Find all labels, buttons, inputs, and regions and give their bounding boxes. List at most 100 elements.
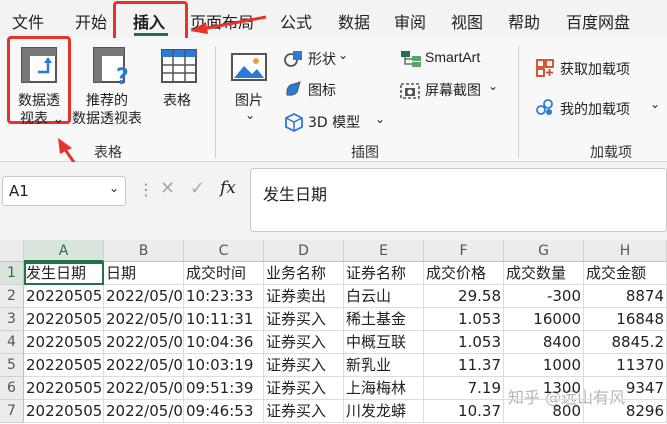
3d-model-icon[interactable] [284, 112, 304, 132]
column-header-c[interactable]: C [184, 240, 264, 262]
3d-model-dropdown-chevron-icon[interactable]: ⌄ [375, 112, 385, 126]
pivot-table-icon[interactable] [20, 46, 60, 86]
table-cell[interactable]: 8845.2 [584, 331, 667, 354]
tab-data[interactable]: 数据 [338, 9, 370, 33]
name-box-chevron-icon[interactable]: ⌄ [109, 181, 119, 195]
formula-input[interactable]: 发生日期 [250, 168, 667, 232]
table-cell[interactable]: 20220505 [24, 308, 104, 331]
picture-label[interactable]: 图片 [235, 90, 263, 110]
row-header[interactable]: 4 [0, 331, 24, 354]
pivot-table-label-2[interactable]: 视表 ⌄ [20, 108, 64, 128]
table-cell[interactable]: 09:46:53 [184, 400, 264, 423]
icons-icon[interactable] [284, 80, 304, 98]
tab-view[interactable]: 视图 [451, 9, 483, 33]
table-cell[interactable]: 新乳业 [344, 354, 424, 377]
table-cell[interactable]: 2022/05/0 [104, 354, 184, 377]
table-cell[interactable]: 证券买入 [264, 377, 344, 400]
tab-help[interactable]: 帮助 [508, 9, 540, 33]
row-header[interactable]: 7 [0, 400, 24, 423]
table-cell[interactable]: 20220505 [24, 285, 104, 308]
header-cell[interactable]: 业务名称 [264, 262, 344, 285]
table-cell[interactable]: 2022/05/0 [104, 400, 184, 423]
table-cell[interactable]: 09:51:39 [184, 377, 264, 400]
table-cell[interactable]: 2022/05/0 [104, 331, 184, 354]
name-box[interactable]: A1 ⌄ [2, 176, 126, 206]
table-cell[interactable]: 20220505 [24, 331, 104, 354]
header-cell[interactable]: 发生日期 [24, 262, 104, 285]
select-all-corner[interactable] [0, 240, 24, 262]
screenshot-dropdown-chevron-icon[interactable]: ⌄ [488, 79, 498, 93]
table-cell[interactable]: 11.37 [424, 354, 504, 377]
table-cell[interactable]: 8874 [584, 285, 667, 308]
column-header-d[interactable]: D [264, 240, 344, 262]
screenshot-label[interactable]: 屏幕截图 [425, 80, 481, 100]
get-addins-label[interactable]: 获取加载项 [560, 59, 630, 79]
table-cell[interactable]: 白云山 [344, 285, 424, 308]
picture-dropdown-chevron-icon[interactable]: ⌄ [245, 108, 255, 122]
table-cell[interactable]: 1000 [504, 354, 584, 377]
table-cell[interactable]: 10:03:19 [184, 354, 264, 377]
table-cell[interactable]: 10:04:36 [184, 331, 264, 354]
table-cell[interactable]: 11370 [584, 354, 667, 377]
table-cell[interactable]: 证券买入 [264, 331, 344, 354]
smartart-icon[interactable] [400, 50, 422, 68]
my-addins-icon[interactable] [535, 98, 555, 118]
smartart-label[interactable]: SmartArt [425, 49, 480, 65]
recommended-pivot-label[interactable]: 推荐的 [86, 90, 128, 110]
header-cell[interactable]: 日期 [104, 262, 184, 285]
tab-file[interactable]: 文件 [12, 9, 44, 33]
row-header[interactable]: 5 [0, 354, 24, 377]
pivot-table-label[interactable]: 数据透 [18, 90, 60, 110]
table-icon[interactable] [160, 46, 200, 86]
tab-formulas[interactable]: 公式 [280, 9, 312, 33]
table-cell[interactable]: 1.053 [424, 331, 504, 354]
shapes-label[interactable]: 形状 [308, 49, 336, 69]
table-cell[interactable]: 8296 [584, 400, 667, 423]
table-cell[interactable]: 20220505 [24, 400, 104, 423]
table-cell[interactable]: 稀土基金 [344, 308, 424, 331]
shapes-dropdown-chevron-icon[interactable]: ⌄ [338, 48, 348, 62]
get-addins-icon[interactable] [535, 58, 555, 78]
table-cell[interactable]: 川发龙蟒 [344, 400, 424, 423]
table-label[interactable]: 表格 [163, 90, 191, 110]
table-cell[interactable]: 证券买入 [264, 400, 344, 423]
enter-icon[interactable]: ✓ [190, 178, 205, 199]
table-cell[interactable]: 10:11:31 [184, 308, 264, 331]
column-header-a[interactable]: A [24, 240, 104, 262]
table-cell[interactable]: 10:23:33 [184, 285, 264, 308]
recommended-pivot-icon[interactable]: ? [92, 46, 132, 86]
icons-label[interactable]: 图标 [308, 80, 336, 100]
cancel-icon[interactable]: ✕ [160, 178, 175, 199]
3d-model-label[interactable]: 3D 模型 [308, 112, 360, 132]
table-cell[interactable]: 1.053 [424, 308, 504, 331]
table-cell[interactable]: 2022/05/0 [104, 308, 184, 331]
column-header-h[interactable]: H [584, 240, 667, 262]
row-header[interactable]: 1 [0, 262, 24, 285]
row-header[interactable]: 6 [0, 377, 24, 400]
table-cell[interactable]: 16848 [584, 308, 667, 331]
table-cell[interactable]: 证券买入 [264, 308, 344, 331]
table-cell[interactable]: 20220505 [24, 354, 104, 377]
recommended-pivot-label-2[interactable]: 数据透视表 [72, 108, 142, 128]
table-cell[interactable]: 29.58 [424, 285, 504, 308]
my-addins-dropdown-chevron-icon[interactable]: ⌄ [650, 97, 660, 111]
table-cell[interactable]: 20220505 [24, 377, 104, 400]
header-cell[interactable]: 成交时间 [184, 262, 264, 285]
row-header[interactable]: 3 [0, 308, 24, 331]
picture-icon[interactable] [230, 52, 268, 82]
table-cell[interactable]: 2022/05/0 [104, 377, 184, 400]
row-header[interactable]: 2 [0, 285, 24, 308]
table-cell[interactable]: -300 [504, 285, 584, 308]
table-cell[interactable]: 1300 [504, 377, 584, 400]
my-addins-label[interactable]: 我的加载项 [560, 99, 630, 119]
shapes-icon[interactable] [284, 50, 304, 68]
column-header-g[interactable]: G [504, 240, 584, 262]
tab-home[interactable]: 开始 [75, 9, 107, 33]
header-cell[interactable]: 成交价格 [424, 262, 504, 285]
tab-baidu-netdisk[interactable]: 百度网盘 [566, 9, 630, 33]
table-cell[interactable]: 16000 [504, 308, 584, 331]
header-cell[interactable]: 成交金额 [584, 262, 667, 285]
spreadsheet-grid[interactable]: 知乎 @远山有风 A B C D E F G H 1 发生日期 日期 成交时间 业务名称 证券名称 成交价格… [0, 240, 667, 424]
table-cell[interactable]: 8400 [504, 331, 584, 354]
header-cell[interactable]: 证券名称 [344, 262, 424, 285]
